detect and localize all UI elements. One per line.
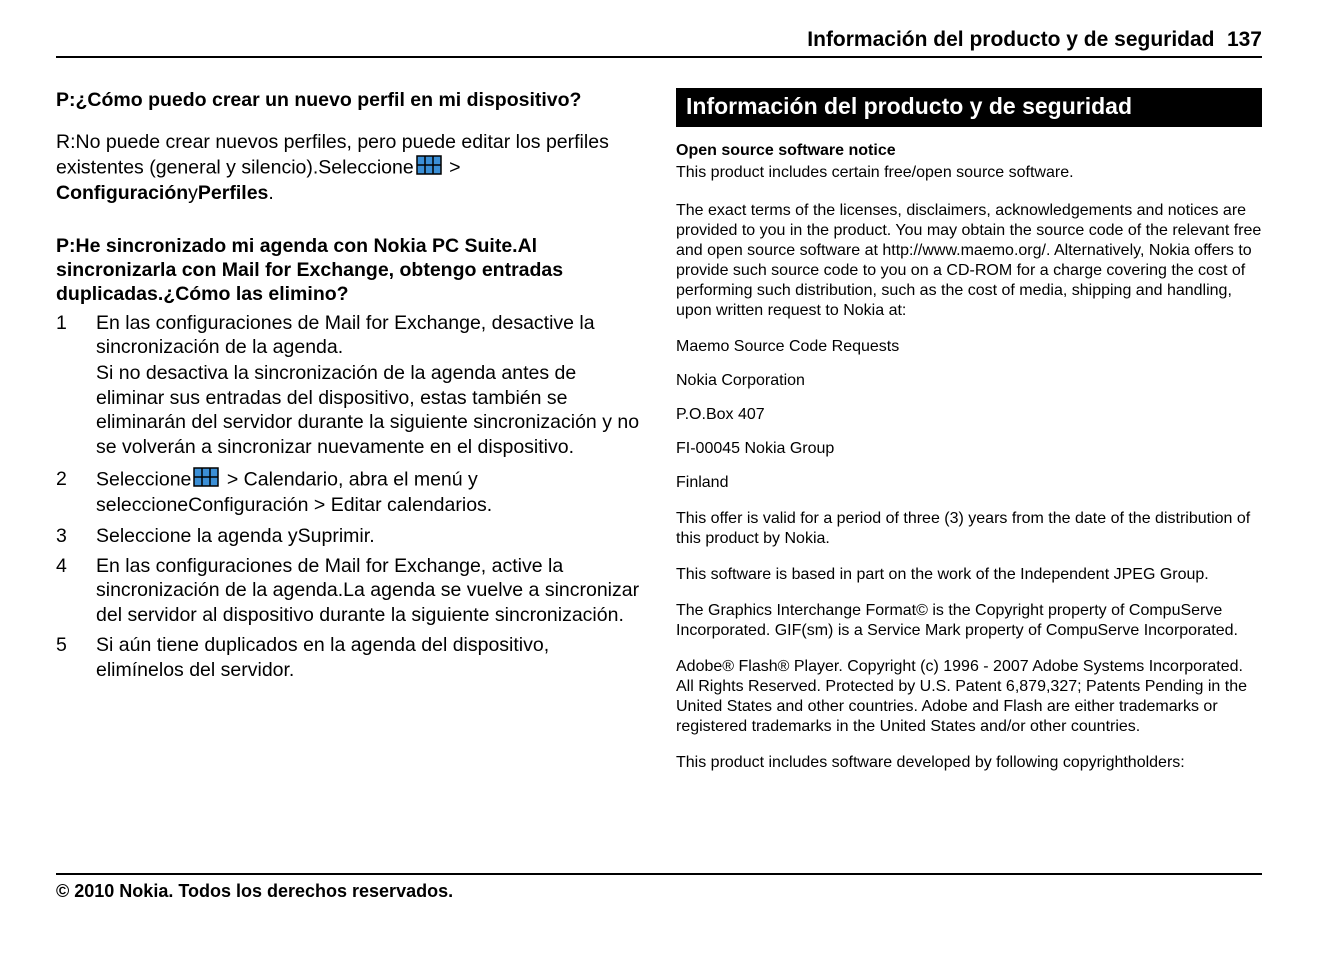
step-5-number: 5: [56, 633, 96, 682]
notice-p7: This product includes software developed…: [676, 753, 1262, 773]
step-4-number: 4: [56, 554, 96, 627]
content-columns: P:¿Cómo puedo crear un nuevo perfil en m…: [56, 88, 1262, 789]
notice-p6: Adobe® Flash® Player. Copyright (c) 1996…: [676, 657, 1262, 737]
step-5: 5 Si aún tiene duplicados en la agenda d…: [56, 633, 642, 682]
q2-text: He sincronizado mi agenda con Nokia PC S…: [56, 235, 563, 306]
page-header: Información del producto y de seguridad …: [56, 28, 1262, 58]
grid-icon: [416, 155, 442, 181]
a1-dot: .: [268, 182, 273, 204]
step-1-body: En las configuraciones de Mail for Excha…: [96, 311, 642, 461]
notice-p3: This offer is valid for a period of thre…: [676, 509, 1262, 549]
address-line-1: Maemo Source Code Requests: [676, 337, 1262, 357]
question-2-heading: P:He sincronizado mi agenda con Nokia PC…: [56, 234, 642, 307]
step-3-number: 3: [56, 524, 96, 548]
step-2-gt2: >: [308, 494, 330, 516]
step-2-body: Seleccione > Calendario, abra el menú y …: [96, 467, 642, 518]
step-2: 2 Seleccione > Calendario, abra el menú …: [56, 467, 642, 518]
a1-text: No puede crear nuevos perfiles, pero pue…: [56, 131, 609, 178]
step-2-gt1: >: [221, 468, 243, 490]
question-1-heading: P:¿Cómo puedo crear un nuevo perfil en m…: [56, 88, 642, 112]
address-line-3: P.O.Box 407: [676, 405, 1262, 425]
step-4-body: En las configuraciones de Mail for Excha…: [96, 554, 642, 627]
notice-p4: This software is based in part on the wo…: [676, 565, 1262, 585]
step-3-suprimir: Suprimir: [298, 525, 370, 547]
step-1-p1: En las configuraciones de Mail for Excha…: [96, 311, 642, 360]
step-3-dot: .: [369, 525, 374, 547]
q1-text: ¿Cómo puedo crear un nuevo perfil en mi …: [76, 89, 582, 111]
notice-p1: This product includes certain free/open …: [676, 163, 1262, 183]
section-title-bar: Información del producto y de seguridad: [676, 88, 1262, 127]
left-column: P:¿Cómo puedo crear un nuevo perfil en m…: [56, 88, 642, 789]
step-4: 4 En las configuraciones de Mail for Exc…: [56, 554, 642, 627]
step-2-config: Configuración: [188, 494, 308, 516]
address-line-2: Nokia Corporation: [676, 371, 1262, 391]
page: Información del producto y de seguridad …: [0, 0, 1322, 809]
a1-prefix: R:: [56, 131, 76, 153]
answer-1: R:No puede crear nuevos perfiles, pero p…: [56, 130, 642, 205]
notice-p5: The Graphics Interchange Format© is the …: [676, 601, 1262, 641]
q1-prefix: P:: [56, 89, 76, 111]
a1-gt: >: [444, 156, 461, 178]
header-title: Información del producto y de seguridad: [807, 28, 1214, 51]
page-number: 137: [1227, 28, 1262, 51]
step-2-dot: .: [487, 494, 492, 516]
step-5-body: Si aún tiene duplicados en la agenda del…: [96, 633, 642, 682]
a1-y: y: [188, 182, 198, 204]
q2-prefix: P:: [56, 235, 76, 257]
step-3: 3 Seleccione la agenda ySuprimir.: [56, 524, 642, 548]
notice-p2: The exact terms of the licenses, disclai…: [676, 201, 1262, 321]
address-line-4: FI-00045 Nokia Group: [676, 439, 1262, 459]
address-line-5: Finland: [676, 473, 1262, 493]
steps-list: 1 En las configuraciones de Mail for Exc…: [56, 311, 642, 682]
step-5-text: Si aún tiene duplicados en la agenda del…: [96, 634, 549, 680]
step-2-number: 2: [56, 467, 96, 518]
step-1-number: 1: [56, 311, 96, 461]
a1-perfiles: Perfiles: [198, 182, 268, 204]
step-2-edit: Editar calendarios: [331, 494, 487, 516]
step-2-pre: Seleccione: [96, 468, 191, 490]
step-1-p2: Si no desactiva la sincronización de la …: [96, 361, 642, 459]
step-3-body: Seleccione la agenda ySuprimir.: [96, 524, 642, 548]
right-column: Información del producto y de seguridad …: [676, 88, 1262, 789]
step-4-text: En las configuraciones de Mail for Excha…: [96, 555, 639, 626]
step-2-calendario: Calendario: [244, 468, 338, 490]
step-1: 1 En las configuraciones de Mail for Exc…: [56, 311, 642, 461]
a1-config: Configuración: [56, 182, 188, 204]
footer-copyright: © 2010 Nokia. Todos los derechos reserva…: [56, 873, 1262, 902]
notice-heading: Open source software notice: [676, 141, 1262, 161]
step-3-pre: Seleccione la agenda y: [96, 525, 298, 547]
grid-icon: [193, 467, 219, 493]
